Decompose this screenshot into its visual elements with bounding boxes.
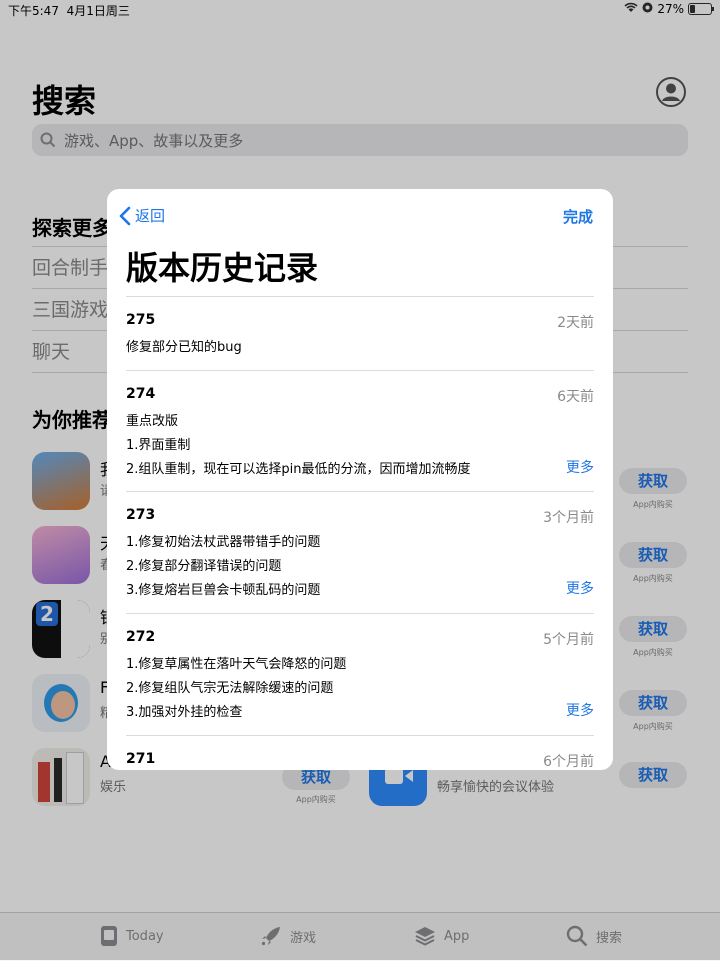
version-date: 5个月前 [543, 632, 594, 648]
version-entry: 271 6个月前 [126, 735, 594, 770]
version-entry: 272 5个月前 1.修复草属性在落叶天气会降怒的问题 2.修复组队气宗无法解除… [126, 613, 594, 736]
release-note: 重点改版 [126, 414, 179, 429]
version-history-sheet: 返回 完成 版本历史记录 275 2天前 修复部分已知的bug 274 6天前 … [107, 189, 613, 770]
version-number: 273 [126, 507, 156, 523]
version-number: 275 [126, 312, 156, 328]
release-note: 3.修复熔岩巨兽会卡顿乱码的问题 [126, 583, 321, 598]
done-button[interactable]: 完成 [563, 206, 593, 227]
more-link[interactable]: 更多 [566, 578, 594, 598]
version-date: 2天前 [557, 315, 594, 331]
version-number: 271 [126, 751, 156, 767]
release-note: 1.界面重制 [126, 438, 191, 453]
version-number: 272 [126, 629, 156, 645]
back-label: 返回 [135, 207, 166, 225]
more-link[interactable]: 更多 [566, 457, 594, 477]
version-entry: 273 3个月前 1.修复初始法杖武器带错手的问题 2.修复部分翻译错误的问题 … [126, 491, 594, 614]
release-note: 2.修复组队气宗无法解除缓速的问题 [126, 681, 334, 696]
release-note: 2.修复部分翻译错误的问题 [126, 559, 282, 574]
release-note: 2.组队重制，现在可以选择pin最低的分流，因而增加流畅度 [126, 462, 471, 477]
release-note: 修复部分已知的bug [126, 340, 242, 355]
release-note: 1.修复初始法杖武器带错手的问题 [126, 535, 321, 550]
version-number: 274 [126, 386, 156, 402]
release-note: 1.修复草属性在落叶天气会降怒的问题 [126, 657, 347, 672]
chevron-left-icon [119, 206, 131, 225]
more-link[interactable]: 更多 [566, 700, 594, 720]
version-entry: 274 6天前 重点改版 1.界面重制 2.组队重制，现在可以选择pin最低的分… [126, 370, 594, 492]
release-note: 3.加强对外挂的检查 [126, 705, 243, 720]
back-button[interactable]: 返回 [119, 205, 165, 226]
sheet-title: 版本历史记录 [126, 249, 319, 287]
version-date: 6天前 [557, 389, 594, 405]
version-entry: 275 2天前 修复部分已知的bug [126, 296, 594, 371]
version-date: 6个月前 [543, 754, 594, 770]
version-date: 3个月前 [543, 510, 594, 526]
